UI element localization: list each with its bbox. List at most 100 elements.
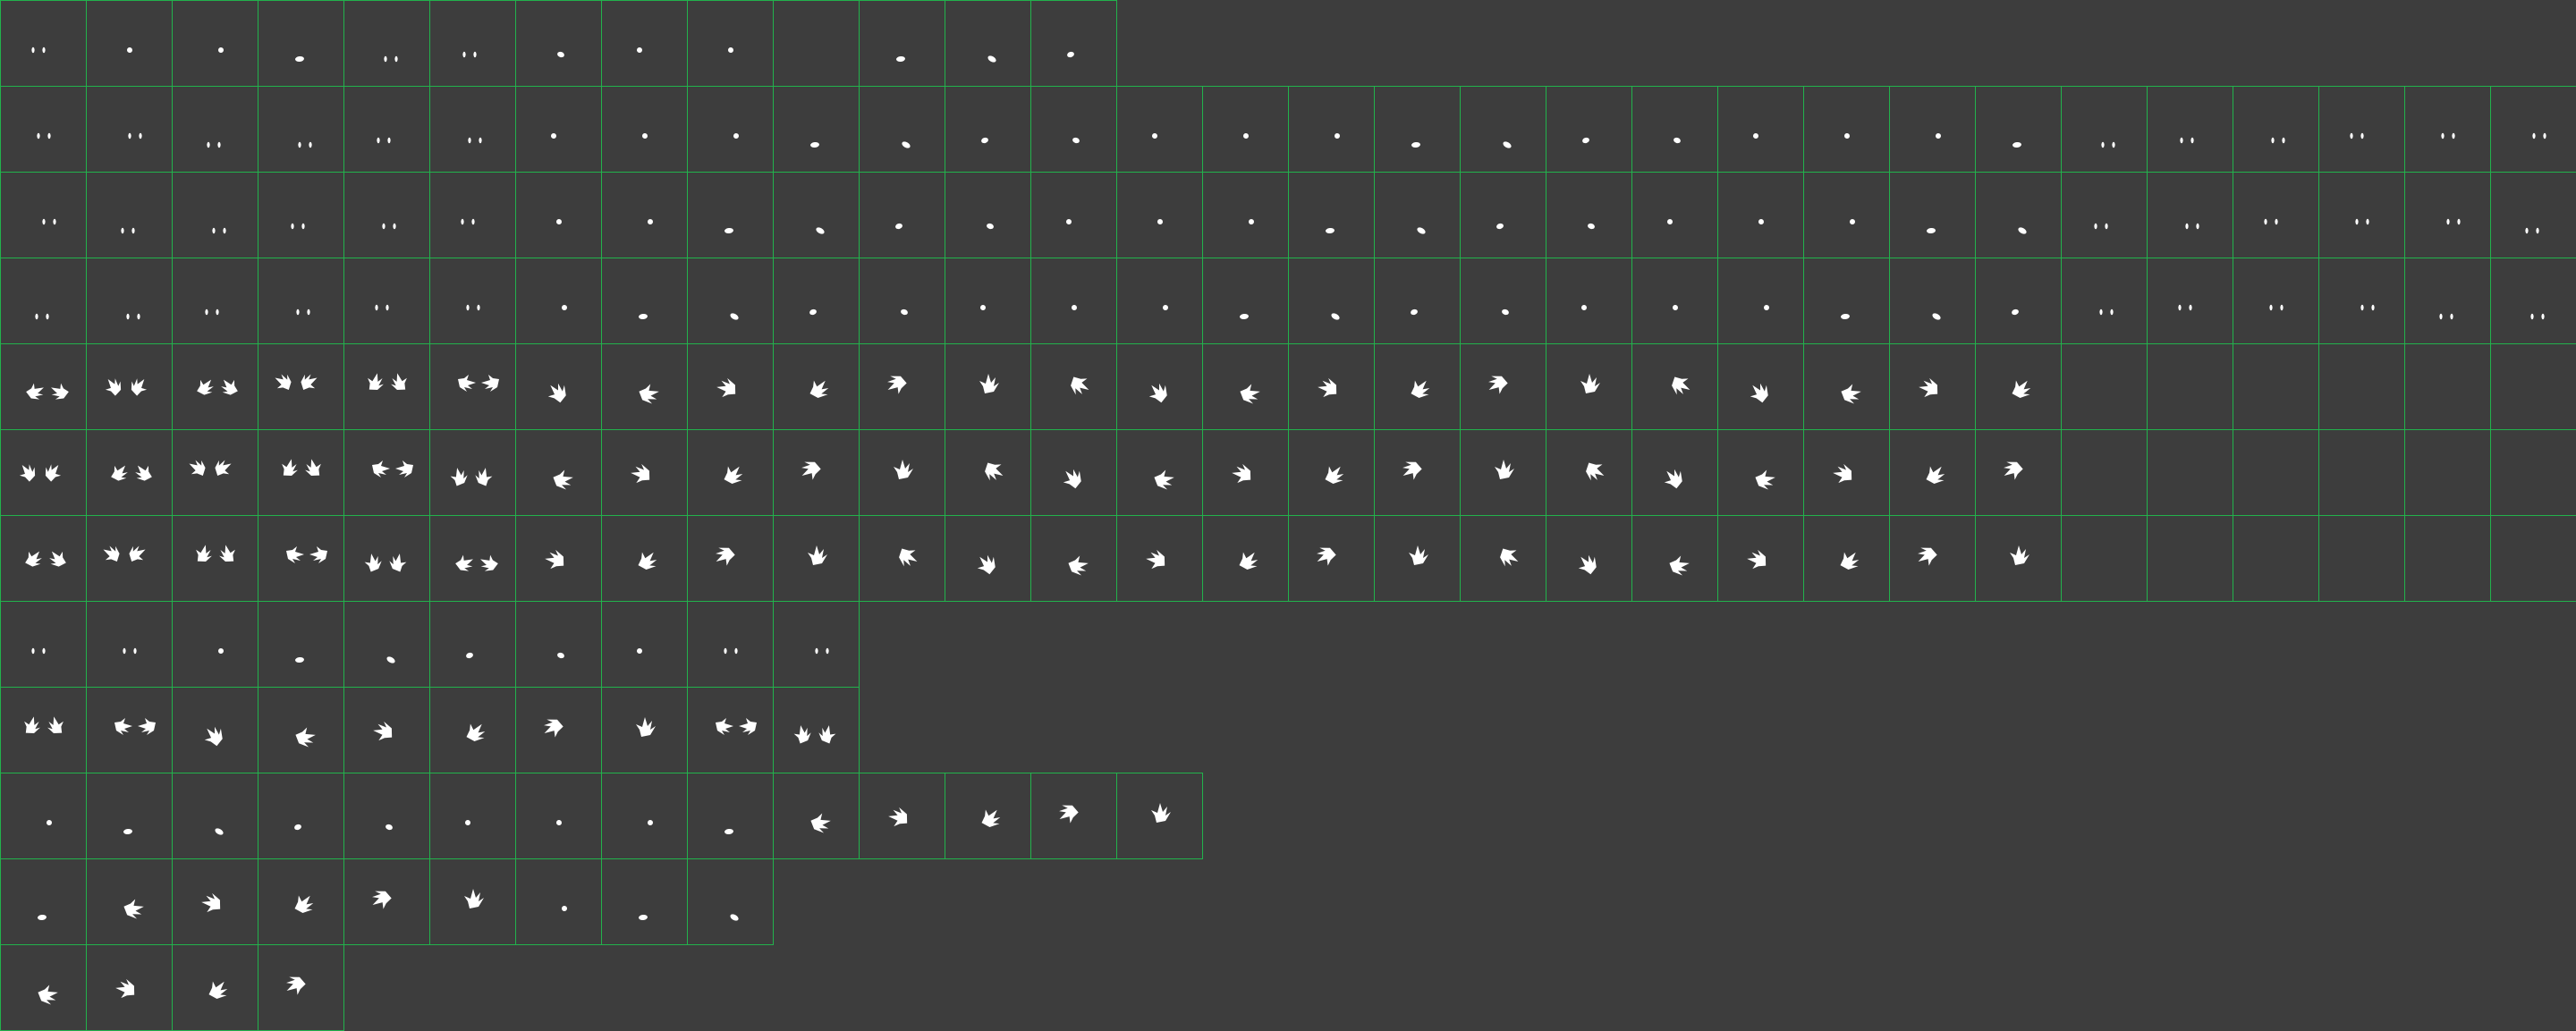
sprite-frame[interactable] xyxy=(429,858,516,945)
sprite-frame[interactable] xyxy=(2147,343,2233,430)
sprite-frame[interactable] xyxy=(1975,343,2062,430)
sprite-frame[interactable] xyxy=(515,773,602,859)
sprite-frame[interactable] xyxy=(1460,258,1546,344)
sprite-frame[interactable] xyxy=(2318,86,2405,173)
sprite-frame[interactable] xyxy=(2404,429,2491,516)
sprite-frame[interactable] xyxy=(1116,258,1203,344)
sprite-frame[interactable] xyxy=(515,687,602,773)
sprite-frame[interactable] xyxy=(258,515,344,602)
sprite-frame[interactable] xyxy=(1889,172,1976,258)
sprite-frame[interactable] xyxy=(1717,515,1804,602)
sprite-frame[interactable] xyxy=(0,0,87,87)
sprite-frame[interactable] xyxy=(687,343,774,430)
sprite-frame[interactable] xyxy=(601,429,688,516)
sprite-frame[interactable] xyxy=(773,601,860,688)
sprite-frame[interactable] xyxy=(0,944,87,1031)
sprite-frame[interactable] xyxy=(343,773,430,859)
sprite-frame[interactable] xyxy=(1288,86,1375,173)
sprite-frame[interactable] xyxy=(1460,172,1546,258)
sprite-frame[interactable] xyxy=(1202,515,1289,602)
sprite-frame[interactable] xyxy=(1202,429,1289,516)
sprite-frame[interactable] xyxy=(1030,343,1117,430)
sprite-frame[interactable] xyxy=(1116,515,1203,602)
sprite-frame[interactable] xyxy=(601,172,688,258)
sprite-frame[interactable] xyxy=(859,429,945,516)
sprite-frame[interactable] xyxy=(0,429,87,516)
sprite-frame[interactable] xyxy=(2233,515,2319,602)
sprite-frame[interactable] xyxy=(1288,515,1375,602)
sprite-frame[interactable] xyxy=(1288,429,1375,516)
sprite-frame[interactable] xyxy=(1288,343,1375,430)
sprite-frame[interactable] xyxy=(1116,86,1203,173)
sprite-frame[interactable] xyxy=(429,172,516,258)
sprite-frame[interactable] xyxy=(429,687,516,773)
sprite-frame[interactable] xyxy=(1546,86,1632,173)
sprite-frame[interactable] xyxy=(2490,515,2576,602)
sprite-frame[interactable] xyxy=(687,172,774,258)
sprite-frame[interactable] xyxy=(1717,343,1804,430)
sprite-frame[interactable] xyxy=(601,86,688,173)
sprite-frame[interactable] xyxy=(1717,86,1804,173)
sprite-frame[interactable] xyxy=(515,172,602,258)
sprite-frame[interactable] xyxy=(2404,343,2491,430)
sprite-frame[interactable] xyxy=(0,601,87,688)
sprite-frame[interactable] xyxy=(0,343,87,430)
sprite-frame[interactable] xyxy=(172,258,258,344)
sprite-frame[interactable] xyxy=(1374,86,1461,173)
sprite-frame[interactable] xyxy=(601,773,688,859)
sprite-frame[interactable] xyxy=(1717,429,1804,516)
sprite-frame[interactable] xyxy=(86,0,173,87)
sprite-frame[interactable] xyxy=(172,515,258,602)
sprite-frame[interactable] xyxy=(2490,258,2576,344)
sprite-frame[interactable] xyxy=(343,858,430,945)
sprite-frame[interactable] xyxy=(343,86,430,173)
sprite-frame[interactable] xyxy=(2404,172,2491,258)
sprite-frame[interactable] xyxy=(1803,429,1890,516)
sprite-frame[interactable] xyxy=(687,258,774,344)
sprite-frame[interactable] xyxy=(0,258,87,344)
sprite-frame[interactable] xyxy=(2061,429,2148,516)
sprite-frame[interactable] xyxy=(172,773,258,859)
sprite-frame[interactable] xyxy=(687,773,774,859)
sprite-frame[interactable] xyxy=(601,858,688,945)
sprite-frame[interactable] xyxy=(343,515,430,602)
sprite-frame[interactable] xyxy=(1889,429,1976,516)
sprite-frame[interactable] xyxy=(86,601,173,688)
sprite-frame[interactable] xyxy=(1889,343,1976,430)
sprite-frame[interactable] xyxy=(172,172,258,258)
sprite-frame[interactable] xyxy=(86,858,173,945)
sprite-frame[interactable] xyxy=(0,773,87,859)
sprite-frame[interactable] xyxy=(258,773,344,859)
sprite-frame[interactable] xyxy=(1202,86,1289,173)
sprite-frame[interactable] xyxy=(343,172,430,258)
sprite-frame[interactable] xyxy=(601,258,688,344)
sprite-frame[interactable] xyxy=(1460,429,1546,516)
sprite-frame[interactable] xyxy=(258,172,344,258)
sprite-frame[interactable] xyxy=(2318,429,2405,516)
sprite-frame[interactable] xyxy=(2490,86,2576,173)
sprite-frame[interactable] xyxy=(1975,86,2062,173)
sprite-frame[interactable] xyxy=(429,0,516,87)
sprite-frame[interactable] xyxy=(2404,86,2491,173)
sprite-frame[interactable] xyxy=(945,515,1031,602)
sprite-frame[interactable] xyxy=(0,86,87,173)
sprite-frame[interactable] xyxy=(945,773,1031,859)
sprite-frame[interactable] xyxy=(1631,172,1718,258)
sprite-frame[interactable] xyxy=(2318,172,2405,258)
sprite-frame[interactable] xyxy=(2061,172,2148,258)
sprite-frame[interactable] xyxy=(773,258,860,344)
sprite-frame[interactable] xyxy=(2233,172,2319,258)
sprite-frame[interactable] xyxy=(343,343,430,430)
sprite-frame[interactable] xyxy=(1975,429,2062,516)
sprite-frame[interactable] xyxy=(945,86,1031,173)
sprite-frame[interactable] xyxy=(601,515,688,602)
sprite-frame[interactable] xyxy=(172,343,258,430)
sprite-frame[interactable] xyxy=(172,86,258,173)
sprite-frame[interactable] xyxy=(429,601,516,688)
sprite-frame[interactable] xyxy=(859,258,945,344)
sprite-frame[interactable] xyxy=(687,687,774,773)
sprite-frame[interactable] xyxy=(773,343,860,430)
sprite-frame[interactable] xyxy=(1546,343,1632,430)
sprite-frame[interactable] xyxy=(258,858,344,945)
sprite-frame[interactable] xyxy=(1975,172,2062,258)
